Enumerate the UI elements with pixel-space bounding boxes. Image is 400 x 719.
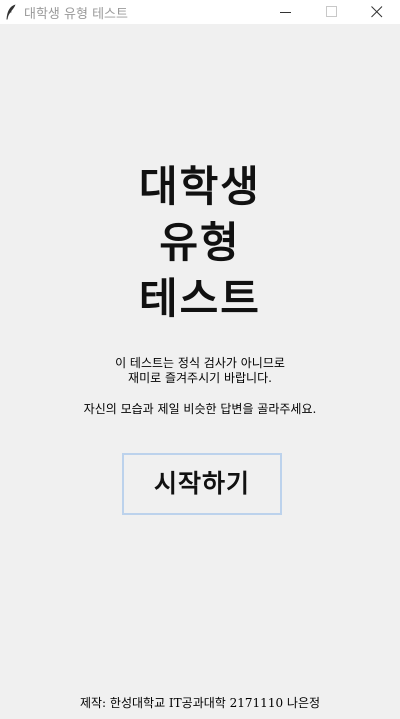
maximize-button[interactable] — [309, 0, 355, 24]
instruction-text: 자신의 모습과 제일 비슷한 답변을 골라주세요. — [83, 402, 317, 416]
start-button[interactable]: 시작하기 — [122, 453, 282, 515]
title-line-3: 테스트 — [139, 274, 261, 323]
title-line-2: 유형 — [159, 218, 241, 267]
minimize-button[interactable] — [263, 0, 309, 24]
close-icon — [371, 6, 383, 18]
window-title: 대학생 유형 테스트 — [24, 7, 128, 22]
page-title: 대학생 유형 테스트 — [0, 159, 400, 327]
footer-credit: 제작: 한성대학교 IT공과대학 2171110 나은정 — [79, 696, 321, 710]
feather-icon — [5, 4, 17, 20]
app-window: 대학생 유형 테스트 대학생 유형 테스트 이 테스트는 정식 검사가 아니므로 — [0, 0, 400, 719]
close-button[interactable] — [354, 0, 400, 24]
notice-line-1: 이 테스트는 정식 검사가 아니므로 — [115, 356, 285, 370]
title-line-1: 대학생 — [139, 162, 261, 211]
maximize-icon — [326, 6, 337, 17]
notice-line-2: 재미로 즐겨주시기 바랍니다. — [128, 371, 272, 385]
minimize-icon — [280, 12, 291, 13]
title-bar[interactable]: 대학생 유형 테스트 — [0, 0, 400, 24]
notice-text: 이 테스트는 정식 검사가 아니므로 재미로 즐겨주시기 바랍니다. — [0, 356, 400, 386]
main-content: 대학생 유형 테스트 이 테스트는 정식 검사가 아니므로 재미로 즐겨주시기 … — [0, 24, 400, 719]
